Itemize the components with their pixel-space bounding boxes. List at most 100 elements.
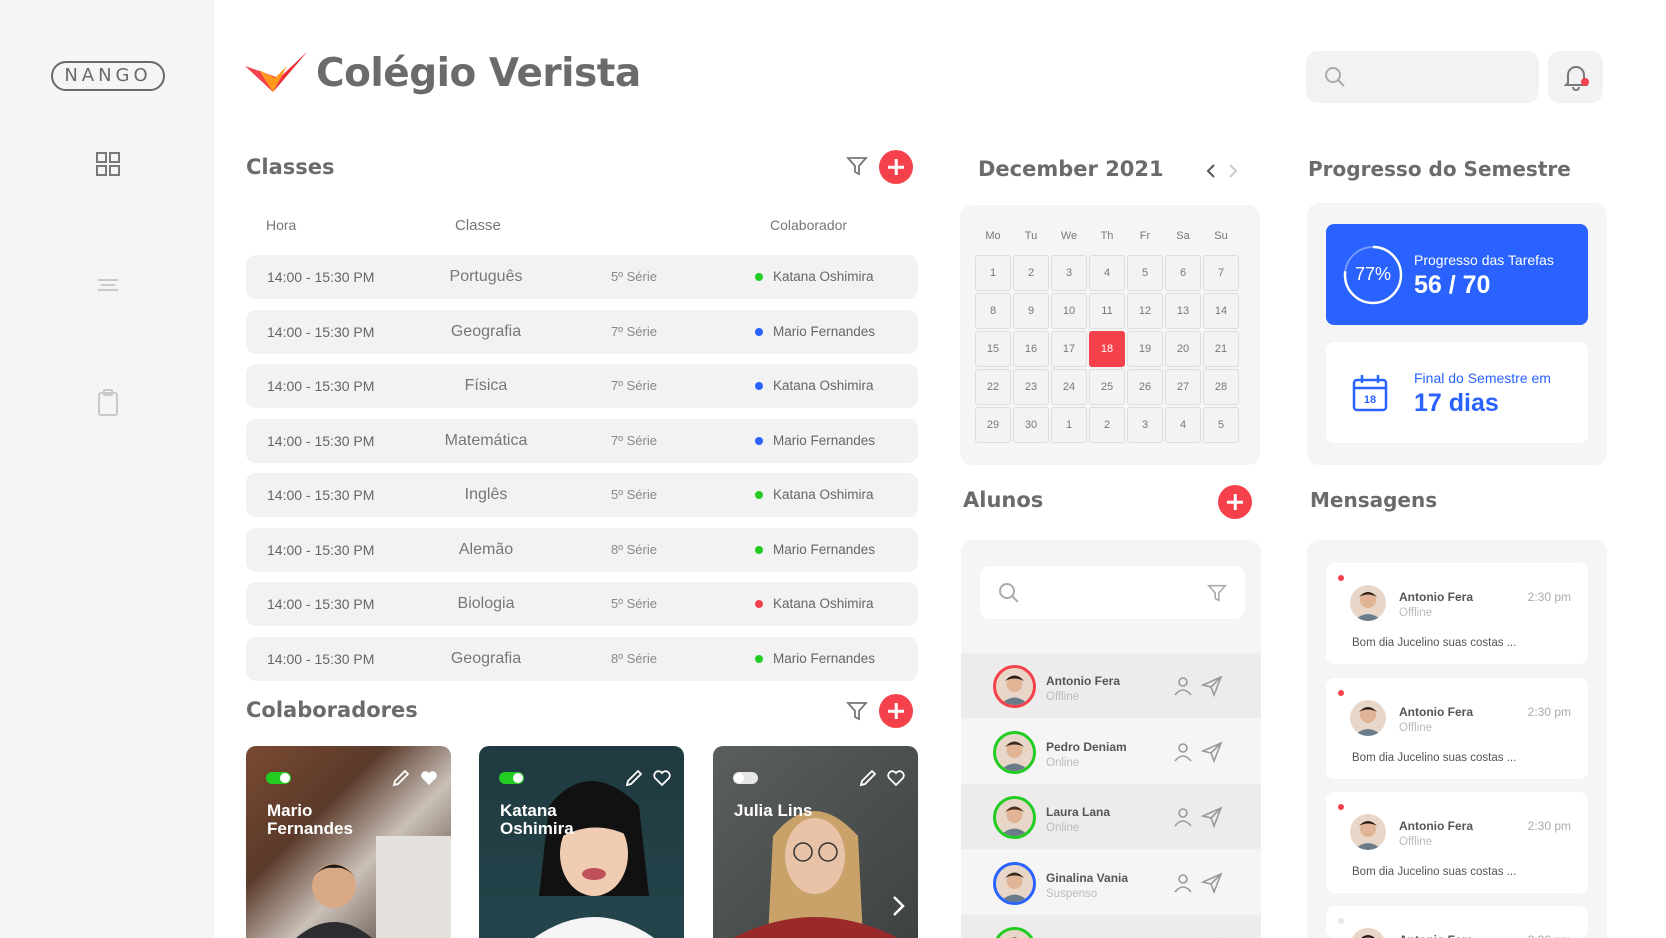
calendar-day[interactable]: 12 [1127,293,1163,329]
active-toggle[interactable] [266,772,291,784]
calendar-day[interactable]: 11 [1089,293,1125,329]
calendar-day[interactable]: 3 [1051,255,1087,291]
message-preview: Bom dia Jucelino suas costas ... [1352,866,1517,878]
message-sender: Antonio Fera [1399,933,1473,938]
filter-icon[interactable] [1207,583,1227,603]
calendar-day[interactable]: 23 [1013,369,1049,405]
search-input[interactable] [1306,51,1539,103]
table-row[interactable]: 14:00 - 15:30 PM Geografia 8º Série Mario F… [246,637,918,681]
calendar-day[interactable]: 9 [1013,293,1049,329]
class-time: 14:00 - 15:30 PM [267,433,375,449]
heart-icon[interactable] [652,768,672,788]
table-row[interactable]: 14:00 - 15:30 PM Inglês 5º Série Katana Osh… [246,473,918,517]
message-card[interactable]: Antonio Fera Offline 2:30 pm Bom dia Juceli… [1326,792,1588,893]
calendar-day[interactable]: 4 [1165,407,1201,443]
calendar-day[interactable]: 7 [1203,255,1239,291]
tasks-progress-card: 77% Progresso das Tarefas 56 / 70 [1326,224,1588,325]
add-class-button[interactable] [879,150,913,184]
calendar-day[interactable]: 22 [975,369,1011,405]
search-icon [1325,67,1345,87]
edit-icon[interactable] [624,768,644,788]
calendar-day[interactable]: 2 [1013,255,1049,291]
calendar-day[interactable]: 19 [1127,331,1163,367]
list-item[interactable]: Ginalina Vania Suspenso [961,850,1261,915]
calendar-day[interactable]: 17 [1051,331,1087,367]
calendar-day[interactable]: 2 [1089,407,1125,443]
table-row[interactable]: 14:00 - 15:30 PM Biologia 5º Série Katana O… [246,582,918,626]
calendar-day[interactable]: 28 [1203,369,1239,405]
list-item[interactable]: Laura Lana Online [961,784,1261,849]
calendar-day[interactable]: 14 [1203,293,1239,329]
calendar-day[interactable]: 5 [1127,255,1163,291]
user-icon[interactable] [1173,741,1193,763]
calendar-day[interactable]: 13 [1165,293,1201,329]
table-row[interactable]: 14:00 - 15:30 PM Alemão 8º Série Mario Fern… [246,528,918,572]
user-icon[interactable] [1173,675,1193,697]
calendar-day[interactable]: 8 [975,293,1011,329]
calendar-day[interactable]: 1 [975,255,1011,291]
calendar-day[interactable]: 21 [1203,331,1239,367]
status-dot [755,382,763,390]
send-icon[interactable] [1201,806,1223,828]
edit-icon[interactable] [858,768,878,788]
edit-icon[interactable] [391,768,411,788]
collaborator-card[interactable]: Mario Fernandes [246,746,451,938]
calendar-day[interactable]: 27 [1165,369,1201,405]
class-time: 14:00 - 15:30 PM [267,324,375,340]
user-icon[interactable] [1173,806,1193,828]
table-row[interactable]: 14:00 - 15:30 PM Português 5º Série Katana … [246,255,918,299]
class-time: 14:00 - 15:30 PM [267,596,375,612]
weekday-label: Fr [1139,230,1151,242]
search-icon [999,583,1019,603]
collaborators-filter-icon[interactable] [846,700,868,722]
message-sender-status: Offline [1399,607,1433,619]
calendar-day[interactable]: 20 [1165,331,1201,367]
list-item[interactable]: Pedro Deniam Online [961,719,1261,784]
classes-filter-icon[interactable] [846,155,868,177]
table-row[interactable]: 14:00 - 15:30 PM Matemática 7º Série Mario … [246,419,918,463]
student-search-input[interactable] [980,566,1245,619]
calendar-day[interactable]: 1 [1051,407,1087,443]
weekday-label: Sa [1176,230,1190,242]
send-icon[interactable] [1201,741,1223,763]
calendar-day[interactable]: 26 [1127,369,1163,405]
active-toggle[interactable] [499,772,524,784]
calendar-day[interactable]: 3 [1127,407,1163,443]
calendar-day[interactable]: 4 [1089,255,1125,291]
calendar-day[interactable]: 6 [1165,255,1201,291]
send-icon[interactable] [1201,872,1223,894]
chevron-left-icon[interactable] [1205,163,1217,179]
list-icon[interactable] [95,272,121,298]
status-dot [755,273,763,281]
notifications-button[interactable] [1548,51,1603,103]
user-icon[interactable] [1173,872,1193,894]
active-toggle[interactable] [733,772,758,784]
collaborator-card[interactable]: Julia Lins [713,746,918,938]
list-item[interactable]: Antonio Carlos [961,915,1261,938]
table-row[interactable]: 14:00 - 15:30 PM Física 7º Série Katana Osh… [246,364,918,408]
calendar-day[interactable]: 30 [1013,407,1049,443]
clipboard-icon[interactable] [95,389,121,416]
heart-icon[interactable] [886,768,906,788]
calendar-day[interactable]: 15 [975,331,1011,367]
message-card[interactable]: Antonio Fera 2:30 pm [1326,906,1588,938]
list-item[interactable]: Antonio Fera Offline [961,653,1261,718]
message-card[interactable]: Antonio Fera Offline 2:30 pm Bom dia Juceli… [1326,563,1588,664]
calendar-day[interactable]: 25 [1089,369,1125,405]
calendar-day[interactable]: 18 [1089,331,1125,367]
table-row[interactable]: 14:00 - 15:30 PM Geografia 7º Série Mario F… [246,310,918,354]
calendar-day[interactable]: 24 [1051,369,1087,405]
collaborator-card[interactable]: Katana Oshimira [479,746,684,938]
calendar-day[interactable]: 10 [1051,293,1087,329]
add-collaborator-button[interactable] [879,694,913,728]
calendar-day[interactable]: 5 [1203,407,1239,443]
grid-icon[interactable] [95,151,121,177]
calendar-day[interactable]: 29 [975,407,1011,443]
calendar-day[interactable]: 16 [1013,331,1049,367]
add-student-button[interactable] [1218,485,1252,519]
chevron-right-icon[interactable] [1227,163,1239,179]
chevron-right-icon[interactable] [890,894,906,918]
heart-icon[interactable] [419,768,439,788]
send-icon[interactable] [1201,675,1223,697]
message-card[interactable]: Antonio Fera Offline 2:30 pm Bom dia Juceli… [1326,678,1588,779]
